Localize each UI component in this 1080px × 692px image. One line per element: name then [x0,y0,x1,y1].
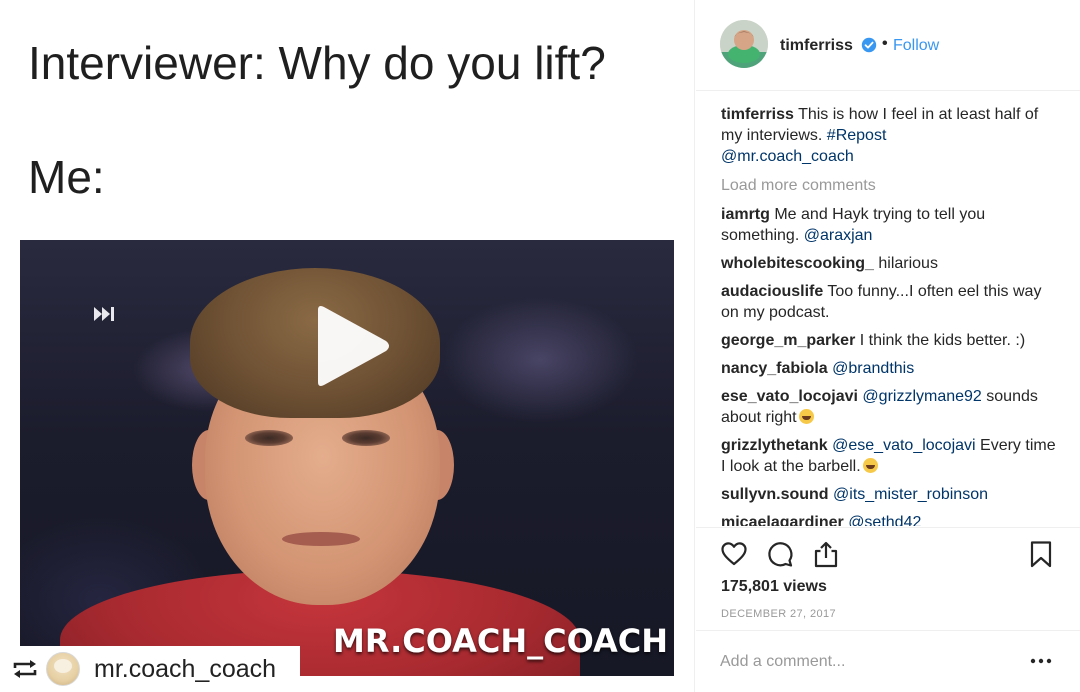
repost-icon [13,660,37,678]
avatar[interactable] [720,20,768,68]
video-watermark: MR.COACH_COACH [333,622,668,660]
comment-item: george_m_parker I think the kids better.… [721,330,1061,351]
comment-username[interactable]: george_m_parker [721,332,855,349]
comment-item: audaciouslife Too funny...I often eel th… [721,281,1061,323]
avatar-image [720,20,768,68]
repost-attribution: mr.coach_coach [0,646,300,692]
heart-icon[interactable] [720,540,748,568]
comment-item: sullyvn.sound @its_mister_robinson [721,484,1061,505]
video-player[interactable]: MR.COACH_COACH [20,240,674,676]
comment-item: nancy_fabiola @brandthis [721,358,1061,379]
comment-username[interactable]: nancy_fabiola [721,360,828,377]
comments-list: timferriss This is how I feel in at leas… [721,104,1061,526]
verified-badge-icon [861,37,877,53]
post-caption: timferriss This is how I feel in at leas… [721,104,1061,167]
bookmark-icon[interactable] [1027,540,1055,568]
post-details-panel: timferriss • Follow timferriss This is h… [696,0,1080,692]
meme-caption-line-2: Me: [28,151,105,203]
comment-username[interactable]: grizzlythetank [721,437,828,454]
comment-username[interactable]: micaelagardiner [721,514,844,526]
comment-mention[interactable]: @brandthis [832,360,914,377]
header-username[interactable]: timferriss [780,37,853,55]
comment-item: iamrtg Me and Hayk trying to tell you so… [721,204,1061,246]
comment-mention[interactable]: @grizzlymane92 [862,388,981,405]
post-media: Interviewer: Why do you lift? Me: MR.COA… [0,0,695,692]
play-icon[interactable] [312,304,392,388]
add-comment-input[interactable] [720,649,1010,675]
post-header: timferriss • Follow [696,0,1080,91]
video-frame-mouth [282,532,360,546]
comment-username[interactable]: audaciouslife [721,283,823,300]
comment-item: ese_vato_locojavi @grizzlymane92 sounds … [721,386,1061,428]
comment-item: wholebitescooking_ hilarious [721,253,1061,274]
laughing-emoji-icon [862,458,878,473]
share-icon[interactable] [812,540,840,568]
comment-mention[interactable]: @ese_vato_locojavi [832,437,975,454]
caption-hashtag[interactable]: #Repost [827,127,887,144]
load-more-comments-button[interactable]: Load more comments [721,175,1061,196]
comment-username[interactable]: sullyvn.sound [721,486,829,503]
more-options-icon[interactable] [1028,653,1054,669]
views-count: 175,801 views [721,578,827,595]
repost-username[interactable]: mr.coach_coach [94,655,276,684]
instagram-post-page: Interviewer: Why do you lift? Me: MR.COA… [0,0,1080,692]
comment-username[interactable]: iamrtg [721,206,770,223]
video-frame-eye-left [245,430,293,446]
header-separator: • [882,35,888,52]
post-actions: 175,801 views DECEMBER 27, 2017 [696,527,1080,631]
comment-text: hilarious [873,255,938,272]
comment-item: micaelagardiner @sethd42 [721,512,1061,526]
fast-forward-icon [94,307,114,321]
video-frame-eye-right [342,430,390,446]
comment-icon[interactable] [766,540,794,568]
post-date: DECEMBER 27, 2017 [721,608,837,620]
comment-mention[interactable]: @sethd42 [848,514,921,526]
add-comment-bar [696,630,1080,692]
caption-mention[interactable]: @mr.coach_coach [721,148,854,165]
comment-username[interactable]: ese_vato_locojavi [721,388,858,405]
caption-username[interactable]: timferriss [721,106,794,123]
follow-button[interactable]: Follow [893,37,939,55]
comment-item: grizzlythetank @ese_vato_locojavi Every … [721,435,1061,477]
repost-avatar[interactable] [46,652,80,686]
comment-mention[interactable]: @araxjan [804,227,873,244]
comment-mention[interactable]: @its_mister_robinson [833,486,988,503]
comment-username[interactable]: wholebitescooking_ [721,255,874,272]
laughing-emoji-icon [798,409,814,424]
comment-text: I think the kids better. :) [855,332,1026,349]
meme-caption-line-1: Interviewer: Why do you lift? [28,37,606,89]
